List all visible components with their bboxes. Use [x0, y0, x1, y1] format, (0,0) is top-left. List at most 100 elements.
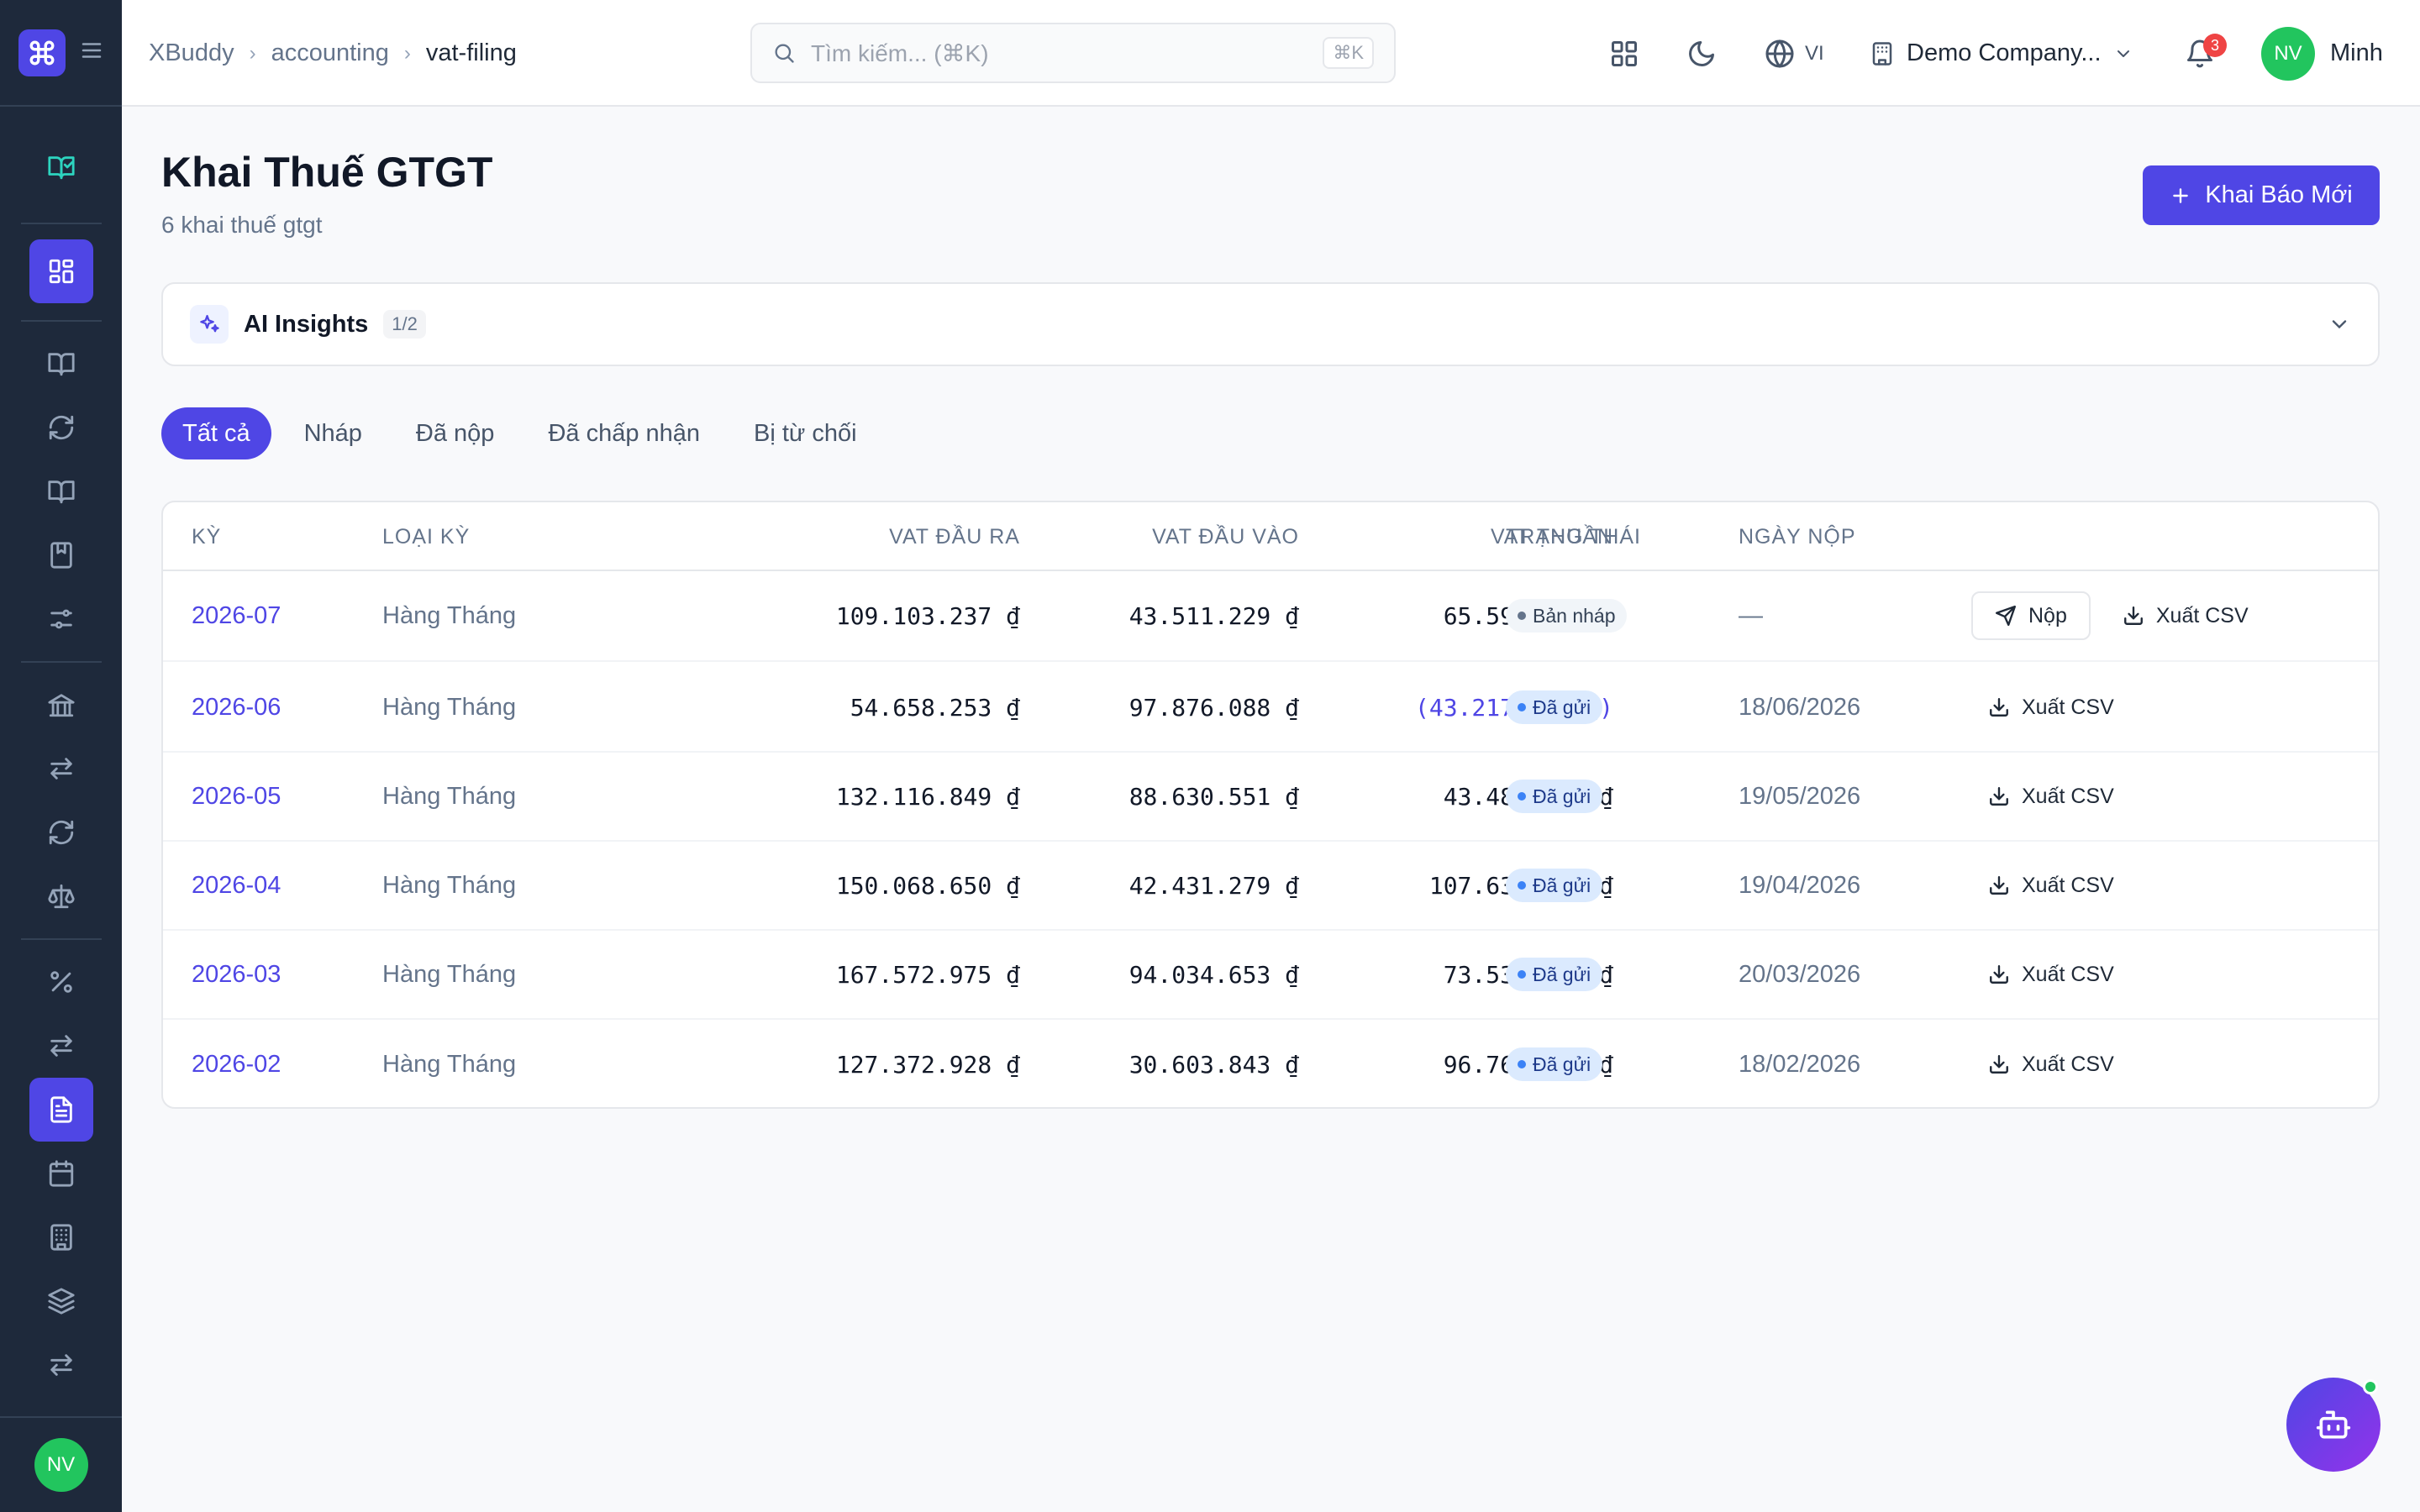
export-csv-label: Xuất CSV [2022, 962, 2114, 986]
tab-accepted[interactable]: Đã chấp nhận [527, 407, 721, 459]
period-link[interactable]: 2026-06 [192, 664, 281, 751]
status-dot [1518, 792, 1526, 801]
download-icon [1990, 876, 2008, 895]
sidebar-item-dashboard[interactable] [29, 239, 93, 303]
sidebar-item-transfers[interactable] [29, 737, 93, 801]
arrows-exchange-icon [50, 1354, 72, 1376]
ai-insights-panel[interactable]: AI Insights 1/2 [161, 282, 2380, 366]
col-filing-date: NGÀY NỘP [1739, 524, 1856, 549]
sidebar-item-notebook[interactable] [29, 523, 93, 587]
sidebar-divider [20, 320, 102, 322]
search-icon [775, 44, 794, 63]
breadcrumb-section[interactable]: accounting [271, 39, 389, 67]
refresh-icon [49, 415, 73, 440]
dashboard-grid-icon [49, 259, 73, 284]
sidebar-item-tax-rates[interactable] [29, 950, 93, 1014]
sparkles-icon [190, 305, 229, 344]
status-cell: Đã gửi [1506, 1020, 1603, 1107]
tab-draft[interactable]: Nháp [283, 407, 383, 459]
language-switcher[interactable]: VI [1765, 0, 1824, 107]
arrows-exchange-icon [50, 758, 72, 780]
refresh-icon [49, 820, 73, 845]
sidebar-item-layers[interactable] [29, 1269, 93, 1333]
sidebar-item-filters[interactable] [29, 587, 93, 651]
download-icon [1990, 698, 2008, 717]
period-link[interactable]: 2026-07 [192, 571, 281, 660]
status-cell: Đã gửi [1506, 664, 1603, 751]
status-dot [1518, 612, 1526, 620]
vat-input-value: 88.630.551 ₫ [1128, 782, 1299, 811]
company-selector[interactable]: Demo Company... [1870, 0, 2133, 107]
tab-submitted[interactable]: Đã nộp [395, 407, 516, 459]
status-cell: Đã gửi [1506, 842, 1603, 929]
sidebar-item-sync[interactable] [29, 396, 93, 459]
period-link[interactable]: 2026-05 [192, 753, 281, 840]
sidebar-item-ledger[interactable] [29, 332, 93, 396]
sidebar-item-reconcile[interactable] [29, 801, 93, 864]
vat-input-value: 43.511.229 ₫ [1128, 601, 1299, 630]
export-csv-button[interactable]: Xuất CSV [1988, 1053, 2114, 1077]
filing-date: 18/06/2026 [1739, 693, 1861, 721]
app-logo[interactable] [18, 29, 66, 76]
sidebar-item-exchange[interactable] [29, 1333, 93, 1397]
ai-insights-count: 1/2 [383, 310, 426, 339]
col-vat-input: VAT ĐẦU VÀO [1152, 524, 1299, 549]
period-link[interactable]: 2026-04 [192, 842, 281, 929]
book-open-check-icon [47, 353, 75, 376]
menu-toggle[interactable] [79, 38, 104, 67]
new-declaration-label: Khai Báo Mới [2205, 181, 2353, 208]
export-csv-button[interactable]: Xuất CSV [1988, 785, 2114, 809]
sidebar-item-balance[interactable] [29, 864, 93, 928]
user-avatar: NV [2261, 26, 2315, 81]
notifications-button[interactable]: 3 [2185, 0, 2227, 107]
chevron-down-icon[interactable] [2328, 312, 2351, 336]
breadcrumb-root[interactable]: XBuddy [149, 39, 234, 67]
export-csv-button[interactable]: Xuất CSV [1988, 696, 2114, 720]
calendar-icon [49, 1160, 73, 1187]
apps-button[interactable] [1609, 0, 1639, 107]
export-csv-button[interactable]: Xuất CSV [1988, 874, 2114, 898]
export-csv-button[interactable]: Xuất CSV [2107, 604, 2264, 628]
row-actions: Xuất CSV [1988, 1020, 2114, 1107]
top-bar: XBuddy › accounting › vat-filing Tìm kiế… [122, 0, 2420, 107]
filing-date: 18/02/2026 [1739, 1050, 1861, 1078]
sidebar-item-calendar[interactable] [29, 1142, 93, 1205]
status-cell: Bản nháp [1506, 571, 1628, 660]
new-declaration-button[interactable]: Khai Báo Mới [2143, 165, 2380, 225]
sidebar-avatar[interactable]: NV [34, 1438, 88, 1492]
sidebar-item-company[interactable] [29, 1205, 93, 1269]
bank-icon [47, 694, 75, 717]
export-csv-button[interactable]: Xuất CSV [1988, 963, 2114, 987]
building-icon [50, 1224, 72, 1251]
page-title: Khai Thuế GTGT [161, 149, 493, 196]
row-actions: Xuất CSV [1988, 931, 2114, 1018]
col-period: KỲ [192, 524, 222, 549]
percent-icon [50, 971, 72, 993]
search-input[interactable]: Tìm kiếm... (⌘K) ⌘K [750, 23, 1396, 83]
theme-toggle[interactable] [1686, 0, 1717, 107]
tab-rejected[interactable]: Bị từ chối [733, 407, 878, 459]
notebook-icon [50, 542, 72, 569]
period-link[interactable]: 2026-02 [192, 1020, 281, 1107]
status-badge: Đã gửi [1506, 869, 1603, 902]
tab-all[interactable]: Tất cả [161, 407, 271, 459]
filing-date: 19/05/2026 [1739, 782, 1861, 810]
submit-button[interactable]: Nộp [1971, 591, 2091, 640]
status-badge: Đã gửi [1506, 690, 1603, 724]
period-type: Hàng Tháng [382, 871, 517, 899]
sidebar-item-books[interactable] [29, 135, 93, 199]
sidebar-item-journal[interactable] [29, 459, 93, 523]
status-label: Bản nháp [1533, 604, 1616, 627]
download-icon [1990, 787, 2008, 806]
sidebar-item-vat-filing[interactable] [29, 1078, 93, 1142]
user-menu[interactable]: NV Minh [2261, 0, 2383, 107]
sidebar-item-tax-transfers[interactable] [29, 1014, 93, 1078]
status-dot [1518, 703, 1526, 711]
layers-icon [47, 1288, 75, 1315]
sidebar-item-bank[interactable] [29, 673, 93, 737]
filing-date: 19/04/2026 [1739, 871, 1861, 899]
send-icon [1995, 605, 2017, 627]
table-row: 2026-05 Hàng Tháng 132.116.849 ₫ 88.630.551… [163, 753, 2378, 842]
period-link[interactable]: 2026-03 [192, 931, 281, 1018]
status-cell: Đã gửi [1506, 753, 1603, 840]
